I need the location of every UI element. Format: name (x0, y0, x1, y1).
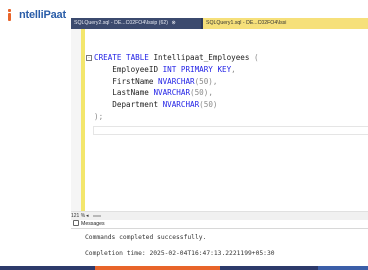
zoom-level[interactable]: 121 % (71, 212, 85, 220)
footer-segment (220, 266, 318, 270)
punctuation: , (208, 88, 213, 98)
type: NVARCHAR (162, 100, 200, 110)
scroll-left-icon[interactable]: ◂ (86, 212, 89, 220)
logo-text: ntelliPaat (19, 9, 66, 21)
code-line: ); (94, 111, 259, 123)
message-success: Commands completed successfully. (85, 234, 207, 241)
column-name: Department (112, 100, 163, 110)
zoom-status-bar: 121 % ◂ (71, 211, 368, 220)
column-name: LastName (112, 88, 154, 98)
table-name: Intellipaat_Employees (153, 53, 255, 62)
ssms-query-window: SQLQuery2.sql - DE...C02FO4\Issip (62) ⊗… (71, 18, 368, 265)
current-line-highlight (93, 126, 368, 135)
collapse-icon[interactable]: - (86, 55, 92, 61)
query-editor[interactable]: - CREATE TABLE Intellipaat_Employees ( E… (71, 29, 368, 211)
tab-label: SQLQuery2.sql - DE...C02FO4\Issip (62) (74, 20, 168, 26)
tab-sqlquery1[interactable]: SQLQuery1.sql - DE...C02FO4\Issi (203, 18, 368, 29)
type-arg: (50) (194, 76, 213, 86)
punctuation: , (212, 76, 218, 86)
document-tab-bar: SQLQuery2.sql - DE...C02FO4\Issip (62) ⊗… (71, 18, 368, 29)
logo-mark-icon (8, 9, 18, 21)
messages-pane: Commands completed successfully. Complet… (71, 228, 368, 265)
type-arg: (50) (190, 88, 209, 98)
punctuation: , (231, 64, 236, 74)
code-line: LastName NVARCHAR(50), (94, 87, 259, 99)
column-name: FirstName (112, 76, 159, 86)
message-completion-time: Completion time: 2025-02-04T16:47:13.222… (85, 250, 275, 257)
punctuation: ( (254, 53, 259, 62)
type: NVARCHAR (153, 88, 191, 98)
keyword: CREATE TABLE (94, 53, 154, 62)
messages-icon (73, 220, 79, 226)
code-line: Department NVARCHAR(50) (94, 99, 259, 111)
horizontal-scrollbar[interactable] (93, 215, 101, 217)
column-name: EmployeeID (112, 64, 163, 74)
sql-code[interactable]: CREATE TABLE Intellipaat_Employees ( Emp… (94, 52, 259, 123)
punctuation: ); (94, 111, 104, 121)
footer-segment (318, 266, 368, 270)
tab-sqlquery2[interactable]: SQLQuery2.sql - DE...C02FO4\Issip (62) ⊗ (71, 18, 201, 29)
change-marker (81, 29, 85, 211)
code-line: FirstName NVARCHAR(50), (94, 76, 259, 88)
code-line: CREATE TABLE Intellipaat_Employees ( (94, 52, 259, 64)
code-line: EmployeeID INT PRIMARY KEY, (94, 64, 259, 76)
type: NVARCHAR (158, 76, 195, 86)
intellipaat-logo: ntelliPaat (8, 8, 66, 22)
type: INT PRIMARY KEY (162, 64, 232, 74)
footer-stripe (0, 266, 368, 270)
tab-messages[interactable]: Messages (71, 220, 113, 228)
footer-segment (0, 266, 95, 270)
footer-segment (95, 266, 220, 270)
tab-label: Messages (81, 221, 105, 227)
type-arg: (50) (199, 100, 218, 110)
close-icon[interactable]: ⊗ (171, 20, 175, 26)
tab-label: SQLQuery1.sql - DE...C02FO4\Issi (206, 20, 287, 26)
